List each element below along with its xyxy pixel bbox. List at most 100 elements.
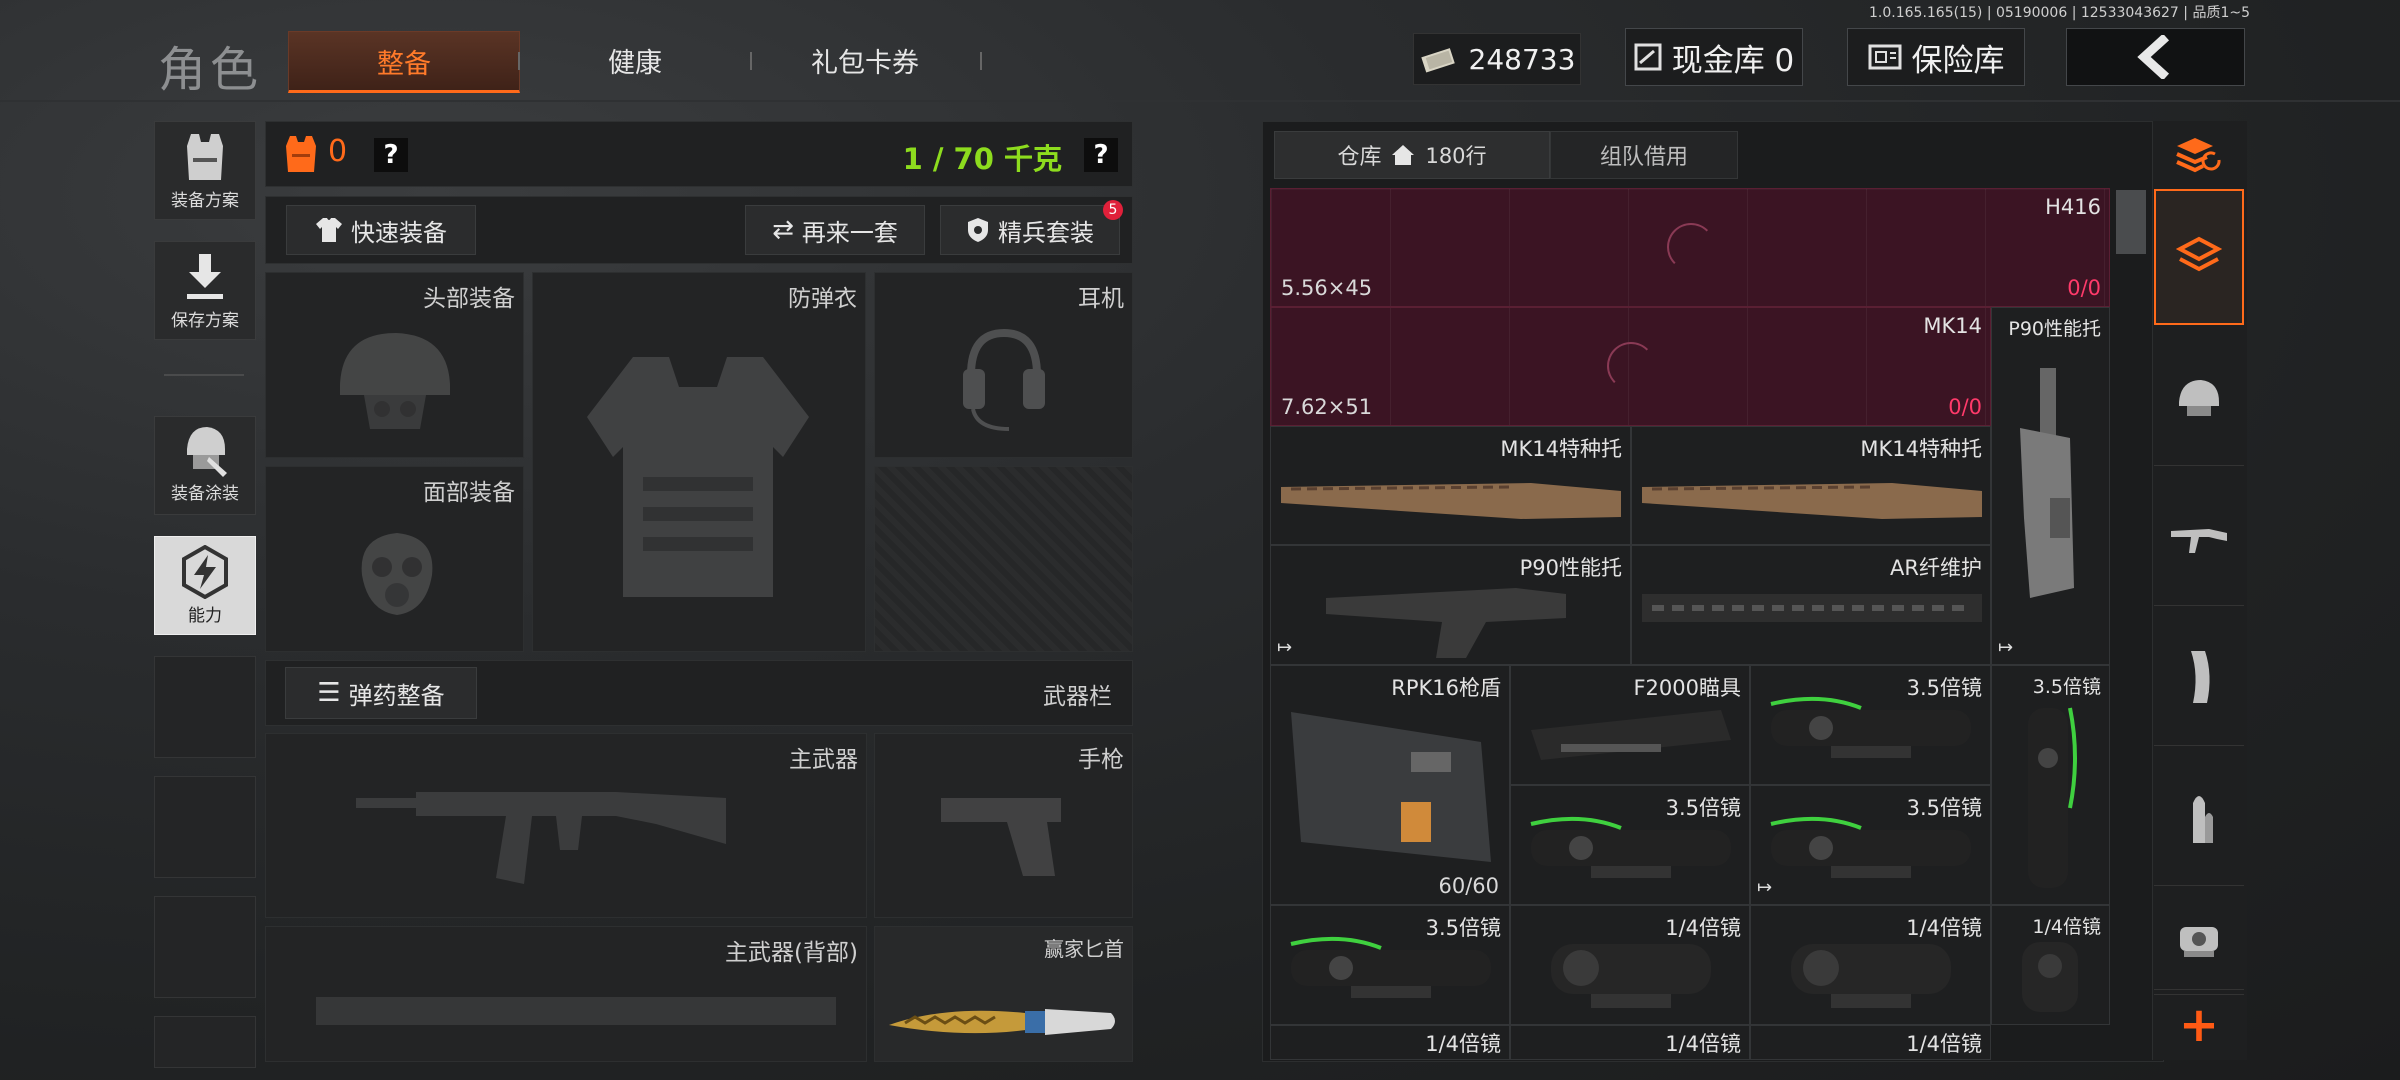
mk14-stock[interactable]: MK14特种托	[1270, 426, 1631, 545]
link-icon: ↦	[1277, 637, 1293, 658]
sight-mount-icon	[1531, 710, 1731, 760]
face-slot[interactable]: 面部装备	[265, 466, 524, 652]
category-all[interactable]	[2154, 189, 2244, 325]
inventory-scrollbar[interactable]	[2116, 190, 2146, 254]
loadout-plan-button[interactable]: 装备方案	[154, 121, 256, 220]
ability-label: 能力	[188, 606, 222, 626]
ammo-max: /0	[1961, 395, 1982, 419]
tab-gear[interactable]: 整备	[288, 31, 520, 93]
f2000-sight[interactable]: F2000瞄具	[1510, 665, 1750, 785]
headset-icon	[963, 328, 1045, 431]
skin-button[interactable]: 装备涂装	[154, 416, 256, 515]
scope-1-4x[interactable]: 1/4倍镜	[1510, 1025, 1750, 1060]
primary-back-slot[interactable]: 主武器(背部)	[265, 926, 867, 1062]
vest-slot[interactable]: 防弹衣	[532, 272, 866, 652]
elite-badge-count: 5	[1108, 202, 1118, 218]
body-armor-icon	[587, 357, 809, 597]
scope-3-5x[interactable]: 3.5倍镜	[1750, 665, 1991, 785]
help-button[interactable]: ?	[374, 138, 408, 172]
insurance-vault-button[interactable]: 保险库	[1847, 28, 2025, 86]
scope-1-4x[interactable]: 1/4倍镜	[1270, 1025, 1510, 1060]
header-divider	[0, 100, 2400, 102]
elite-set-button[interactable]: 精兵套装	[940, 205, 1120, 255]
rifle-h416[interactable]: H416 5.56×45 0/0	[1270, 188, 2110, 307]
gas-mask-icon	[361, 533, 433, 615]
bullet-icon	[2193, 796, 2213, 843]
mk14-stock[interactable]: MK14特种托	[1631, 426, 1991, 545]
red-dot-sight-icon	[2180, 927, 2218, 957]
pistol-slot[interactable]: 手枪	[874, 733, 1133, 918]
link-icon: ↦	[1998, 637, 2014, 658]
save-plan-button[interactable]: 保存方案	[154, 241, 256, 340]
magazine-icon	[2191, 651, 2210, 703]
warehouse-label: 仓库	[1337, 145, 1382, 170]
category-magazine[interactable]	[2154, 609, 2244, 746]
item-name: H416	[2045, 195, 2101, 219]
category-attachments[interactable]	[2154, 889, 2244, 990]
scope-1-4x[interactable]: 1/4倍镜	[1750, 1025, 1991, 1060]
currency-value: 248733	[1468, 42, 1576, 76]
ability-button[interactable]: 能力	[154, 536, 256, 635]
tab-health[interactable]: 健康	[560, 31, 710, 89]
tab-gift[interactable]: 礼包卡券	[780, 31, 950, 89]
back-button[interactable]	[2066, 28, 2245, 86]
red-dot-scope-icon	[2022, 942, 2078, 1012]
item-name: F2000瞄具	[1633, 676, 1741, 700]
cash-icon	[1420, 48, 1455, 73]
category-ammo[interactable]	[2154, 749, 2244, 886]
armor-count: 0	[328, 134, 348, 169]
again-button[interactable]: ⇄ 再来一套	[745, 205, 925, 255]
download-icon	[187, 254, 223, 299]
sort-button[interactable]	[2154, 125, 2244, 183]
scope-3-5x[interactable]: 3.5倍镜	[1510, 785, 1750, 905]
category-helmet[interactable]	[2154, 329, 2244, 466]
scope-3-5x-tall[interactable]: 3.5倍镜	[1991, 665, 2110, 905]
scope-1-4x[interactable]: 1/4倍镜	[1510, 905, 1750, 1025]
safe-icon	[1868, 44, 1901, 70]
item-name: MK14特种托	[1860, 437, 1982, 461]
tab-team-borrow[interactable]: 组队借用	[1550, 131, 1738, 179]
team-borrow-label: 组队借用	[1599, 145, 1688, 170]
primary-weapon-slot[interactable]: 主武器	[265, 733, 867, 918]
armor-icon	[286, 136, 316, 172]
shield-icon	[968, 218, 988, 242]
home-icon	[1392, 145, 1415, 165]
tab-warehouse[interactable]: 仓库 180行	[1274, 131, 1550, 179]
stack-refresh-icon	[2176, 138, 2221, 173]
tab-divider	[750, 52, 752, 70]
rifle-mk14[interactable]: MK14 7.62×51 0/0	[1270, 307, 1991, 426]
ar-handguard[interactable]: AR纤维护	[1631, 545, 1991, 665]
scope-icon	[2028, 707, 2077, 888]
ammo-equip-button[interactable]: ☰ 弹药整备	[285, 667, 477, 719]
loadout-plan-label: 装备方案	[171, 191, 239, 211]
headset-slot[interactable]: 耳机	[874, 272, 1133, 458]
category-rifle[interactable]	[2154, 469, 2244, 606]
scope-3-5x[interactable]: 3.5倍镜	[1270, 905, 1510, 1025]
quick-equip-button[interactable]: 快速装备	[286, 205, 476, 255]
quick-equip-label: 快速装备	[351, 218, 447, 247]
add-button[interactable]: +	[2154, 994, 2244, 1055]
scope-1-4x[interactable]: 1/4倍镜	[1750, 905, 1991, 1025]
again-label: 再来一套	[801, 218, 898, 247]
ammo-count: 0/0	[2067, 276, 2101, 300]
headset-slot-label: 耳机	[1078, 286, 1124, 312]
empty-slot	[154, 776, 256, 878]
p90-stock-tall[interactable]: P90性能托 ↦	[1991, 307, 2110, 665]
scope-3-5x[interactable]: 3.5倍镜 ↦	[1750, 785, 1991, 905]
p90-stock[interactable]: P90性能托 ↦	[1270, 545, 1631, 665]
rifle-icon	[356, 792, 726, 884]
scope-1-4x-tall[interactable]: 1/4倍镜	[1991, 905, 2110, 1025]
ammo-icon: ☰	[317, 678, 341, 708]
weight-help-button[interactable]: ?	[1084, 138, 1118, 172]
head-slot[interactable]: 头部装备	[265, 272, 524, 458]
rpk16-shield[interactable]: RPK16枪盾 60/60	[1270, 665, 1510, 905]
helmet-icon	[340, 333, 450, 429]
knife-slot[interactable]: 赢家匕首	[874, 926, 1133, 1062]
cash-vault-label: 现金库 0	[1671, 42, 1795, 79]
primary-weapon-label: 主武器	[789, 747, 858, 773]
cash-vault-button[interactable]: 现金库 0	[1625, 28, 1803, 86]
elite-set-label: 精兵套装	[998, 218, 1094, 247]
page-title: 角色	[158, 42, 263, 98]
version-info: 1.0.165.165(15) | 05190006 | 12533043627…	[1869, 5, 2250, 21]
empty-slot	[154, 656, 256, 758]
